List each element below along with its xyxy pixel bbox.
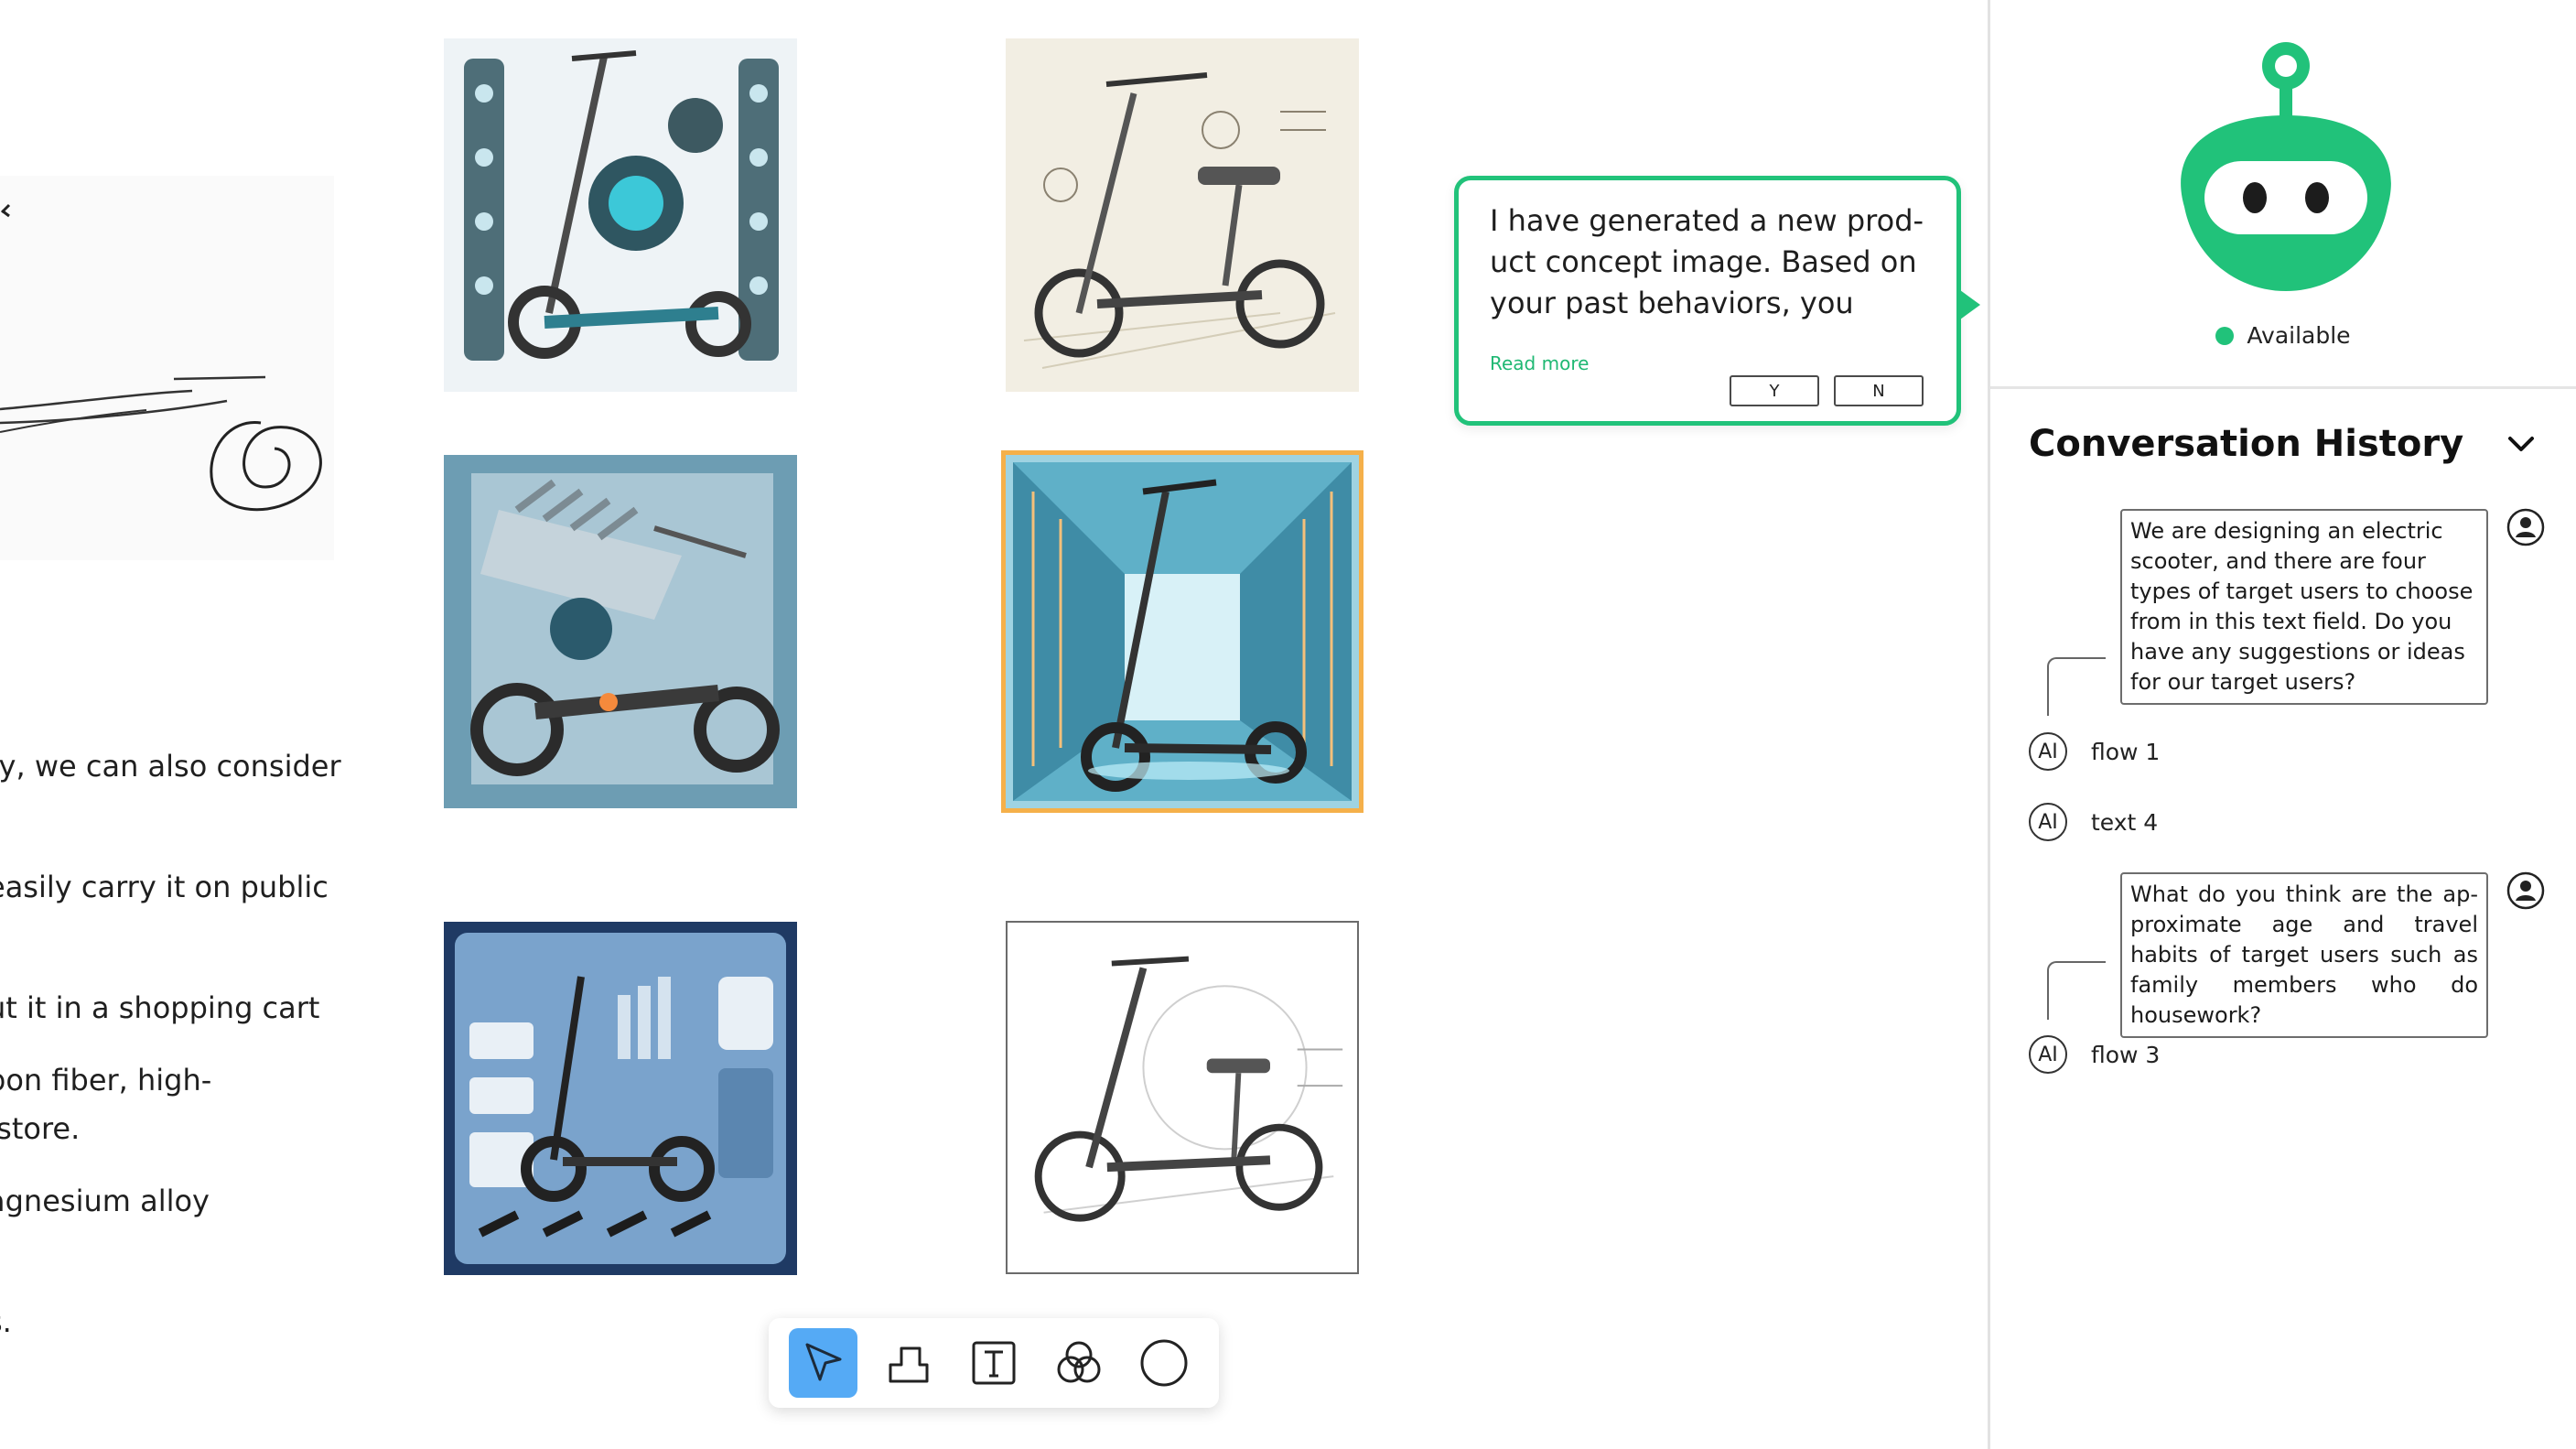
status-dot-icon (2215, 327, 2235, 345)
ai-badge: AI (2029, 732, 2067, 771)
conversation-history-title: Conversation History (2029, 423, 2464, 465)
blend-tool-button[interactable] (1045, 1328, 1114, 1398)
concept-image-1[interactable] (444, 38, 797, 392)
circle-tool-button[interactable] (1130, 1328, 1199, 1398)
three-circles-icon (1057, 1341, 1101, 1383)
yes-button[interactable]: Y (1730, 375, 1819, 406)
ai-suggestion-bubble: I have generated a new prod-uct concept … (1454, 176, 1980, 426)
sketch-drawing[interactable] (0, 176, 334, 560)
select-tool-button[interactable] (789, 1328, 858, 1398)
ai-response-label: flow 1 (2091, 738, 2161, 765)
text-tool-button[interactable] (959, 1328, 1028, 1398)
ai-response-label: text 4 (2091, 808, 2159, 836)
bubble-actions: Y N (1730, 375, 1924, 406)
sketch-strokes (0, 203, 322, 512)
scooter-explode-image (444, 455, 797, 808)
conversation-history-header: Conversation History (2029, 423, 2538, 465)
circle-icon (1140, 1339, 1188, 1387)
ai-badge: AI (2029, 803, 2067, 841)
canvas-text-block-2[interactable]: bon fiber, high- agnesium alloy s. (0, 979, 211, 1422)
scooter-sketch-image (1006, 38, 1359, 392)
scooter-image (444, 38, 797, 392)
scooter-lineart-image (1008, 923, 1357, 1272)
text-line: easily carry it on public (0, 870, 329, 904)
ai-response-label: flow 3 (2091, 1041, 2161, 1068)
read-more-link[interactable]: Read more (1490, 352, 1925, 374)
user-avatar-icon (2506, 508, 2545, 546)
assistant-header: Available (1990, 0, 2576, 389)
canvas-toolbar (769, 1318, 1219, 1408)
text-line: ty, we can also consider (0, 749, 341, 784)
ai-badge: AI (2029, 1035, 2067, 1074)
scooter-cyber-image (1006, 455, 1359, 808)
ai-response-item[interactable]: AI flow 1 (2029, 732, 2160, 771)
assistant-panel: Available Conversation History We are de… (1988, 0, 2576, 1449)
no-button[interactable]: N (1834, 375, 1924, 406)
user-message[interactable]: What do you think are the ap-proximate a… (2120, 872, 2488, 1038)
stack-shape-icon (889, 1346, 929, 1383)
ai-response-item[interactable]: AI text 4 (2029, 803, 2158, 841)
concept-image-6[interactable] (1006, 921, 1359, 1274)
thread-connector (2047, 961, 2106, 1020)
scooter-infographic-image (444, 922, 797, 1275)
availability-status: Available (1990, 322, 2576, 349)
concept-image-5[interactable] (444, 922, 797, 1275)
concept-image-3[interactable] (444, 455, 797, 808)
robot-avatar-icon (2181, 42, 2391, 291)
text-line: bon fiber, high- (0, 1063, 212, 1098)
user-avatar-icon (2506, 871, 2545, 910)
text-line: s. (0, 1304, 12, 1339)
bubble-message: I have generated a new prod-uct concept … (1490, 203, 1924, 320)
thread-connector (2047, 657, 2106, 716)
cursor-arrow-icon (805, 1343, 842, 1381)
concept-image-4-selected[interactable] (1006, 455, 1359, 808)
design-canvas[interactable]: ty, we can also consider easily carry it… (0, 0, 1988, 1449)
text-box-icon (972, 1341, 1016, 1385)
status-label: Available (2247, 322, 2351, 349)
concept-image-2[interactable] (1006, 38, 1359, 392)
user-message[interactable]: We are designing an electric scooter, an… (2120, 509, 2488, 705)
shape-tool-button[interactable] (874, 1328, 943, 1398)
ai-response-item[interactable]: AI flow 3 (2029, 1035, 2160, 1074)
chevron-down-icon[interactable] (2505, 427, 2538, 460)
text-line: agnesium alloy (0, 1184, 210, 1218)
